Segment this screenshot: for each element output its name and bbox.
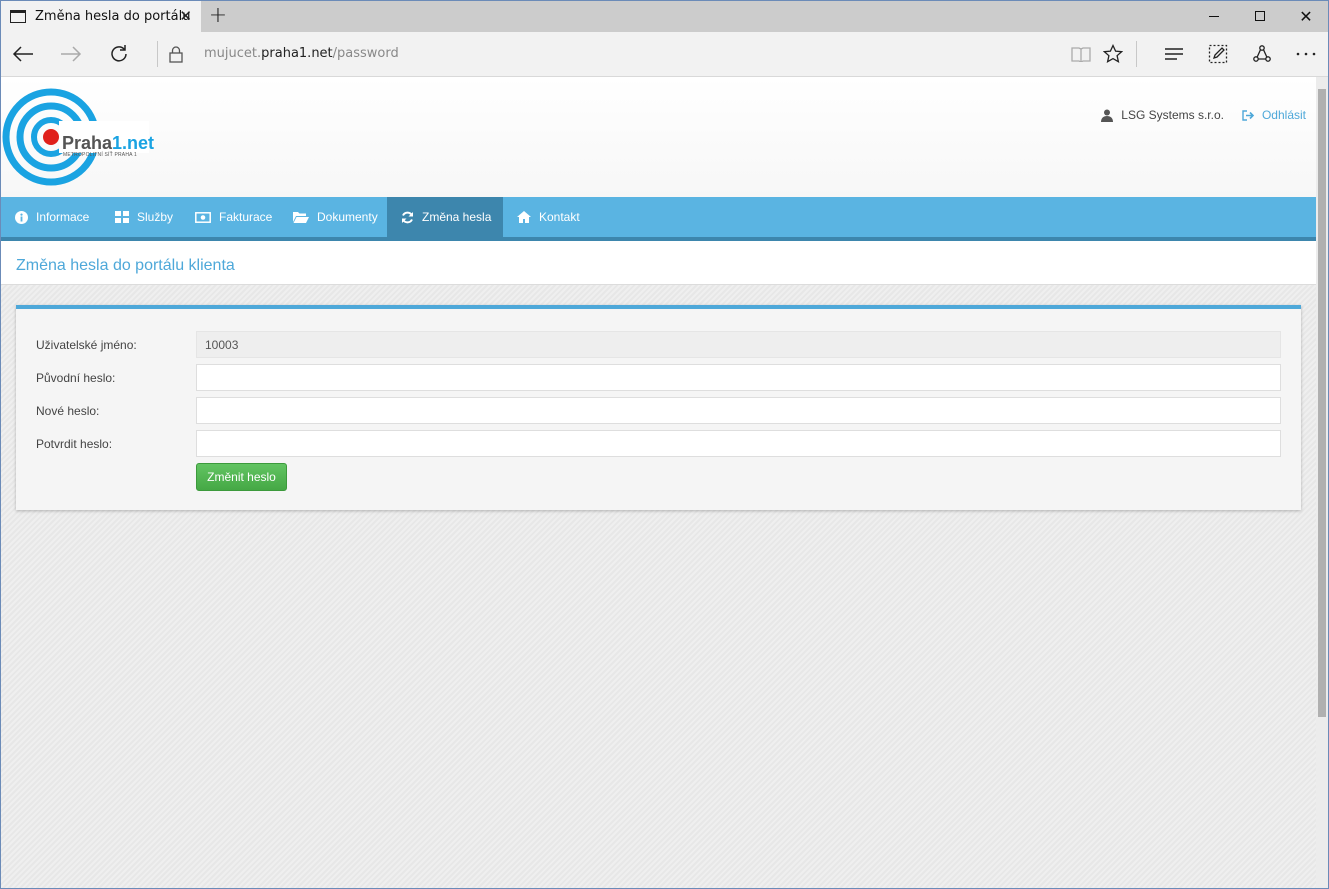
username-field (196, 331, 1281, 358)
grid-icon (115, 211, 129, 223)
page-scrollbar[interactable] (1316, 77, 1328, 888)
logo-wordmark: Praha1.net (62, 133, 154, 154)
maximize-button[interactable] (1237, 0, 1283, 32)
tab-title: Změna hesla do portálu (35, 9, 191, 24)
money-icon (195, 211, 211, 223)
menu-label-sluzby: Služby (137, 210, 174, 224)
star-icon (1103, 44, 1123, 63)
new-password-field[interactable] (196, 397, 1281, 424)
menu-item-kontakt[interactable]: Kontakt (503, 197, 593, 237)
menu-label-kontakt: Kontakt (539, 210, 580, 224)
home-icon (517, 211, 531, 223)
web-note-button[interactable] (1203, 39, 1233, 69)
back-arrow-icon (12, 46, 33, 62)
address-bar[interactable]: mujucet.praha1.net/password (204, 46, 399, 61)
browser-navbar: mujucet.praha1.net/password (0, 32, 1329, 77)
menu-item-sluzby[interactable]: Služby (101, 197, 184, 237)
tab-close-icon[interactable]: ✕ (179, 7, 192, 25)
browser-tab[interactable]: Změna hesla do portálu ✕ (1, 1, 201, 32)
favorite-button[interactable] (1098, 39, 1128, 69)
lock-icon[interactable] (161, 39, 191, 69)
change-password-button[interactable]: Změnit heslo (196, 463, 287, 491)
logout-link[interactable]: Odhlásit (1242, 108, 1306, 122)
scrollbar-thumb[interactable] (1318, 89, 1326, 717)
browser-titlebar: Změna hesla do portálu ✕ + ✕ (0, 0, 1329, 32)
refresh-icon (402, 211, 413, 223)
logo-tagline: METROPOLITNÍ SÍŤ PRAHA 1 (63, 152, 137, 158)
window-close-button[interactable]: ✕ (1283, 0, 1329, 32)
folder-icon (293, 212, 309, 223)
password-form-panel: Uživatelské jméno: Původní heslo: Nové h… (16, 305, 1301, 510)
tab-page-icon (10, 10, 26, 23)
logout-icon (1242, 109, 1255, 121)
address-prefix: mujucet. (204, 46, 262, 61)
address-path: /password (332, 46, 399, 61)
menu-label-dokumenty: Dokumenty (317, 210, 378, 224)
nav-separator-2 (1136, 41, 1137, 67)
praha1-logo[interactable]: Praha1.net METROPOLITNÍ SÍŤ PRAHA 1 (1, 87, 154, 187)
minimize-icon (1209, 15, 1219, 17)
forward-arrow-icon (61, 46, 82, 62)
maximize-icon (1255, 11, 1265, 21)
back-button[interactable] (8, 39, 38, 69)
logo-name-part1: Praha (62, 133, 113, 153)
site-header: Praha1.net METROPOLITNÍ SÍŤ PRAHA 1 LSG … (1, 77, 1316, 197)
close-icon: ✕ (1299, 6, 1313, 26)
new-password-label: Nové heslo: (36, 404, 100, 418)
menu-item-dokumenty[interactable]: Dokumenty (279, 197, 388, 237)
info-icon (15, 210, 28, 224)
user-name: LSG Systems s.r.o. (1121, 108, 1224, 122)
share-icon (1253, 45, 1271, 62)
main-menu: Informace Služby Fakturace Dokumenty Změ… (1, 197, 1316, 241)
confirm-password-label: Potvrdit heslo: (36, 437, 113, 451)
hub-lines-icon (1165, 48, 1183, 60)
ellipsis-icon (1296, 52, 1316, 56)
menu-item-fakturace[interactable]: Fakturace (181, 197, 283, 237)
address-host: praha1.net (261, 46, 333, 61)
forward-button[interactable] (56, 39, 86, 69)
pen-note-icon (1208, 44, 1228, 64)
new-tab-button[interactable]: + (207, 3, 229, 29)
menu-item-informace[interactable]: Informace (1, 197, 101, 237)
logout-label: Odhlásit (1261, 108, 1306, 122)
refresh-button[interactable] (104, 39, 134, 69)
old-password-field[interactable] (196, 364, 1281, 391)
more-button[interactable] (1291, 39, 1321, 69)
menu-label-zmena-hesla: Změna hesla (422, 210, 492, 224)
refresh-icon (111, 45, 127, 62)
username-label: Uživatelské jméno: (36, 338, 137, 352)
username-row: Uživatelské jméno: (16, 331, 1301, 358)
reading-view-button[interactable] (1066, 39, 1096, 69)
logo-name-part3: .net (122, 133, 155, 153)
page-title-bar: Změna hesla do portálu klienta (1, 241, 1316, 285)
confirm-password-field[interactable] (196, 430, 1281, 457)
logo-name-part2: 1 (112, 133, 123, 153)
page-title: Změna hesla do portálu klienta (16, 257, 235, 274)
user-icon (1101, 109, 1114, 122)
menu-item-zmena-hesla[interactable]: Změna hesla (387, 197, 503, 237)
share-button[interactable] (1247, 39, 1277, 69)
minimize-button[interactable] (1191, 0, 1237, 32)
new-password-row: Nové heslo: (16, 397, 1301, 424)
menu-label-fakturace: Fakturace (219, 210, 273, 224)
confirm-password-row: Potvrdit heslo: (16, 430, 1301, 457)
nav-separator (157, 41, 158, 67)
page-content: Praha1.net METROPOLITNÍ SÍŤ PRAHA 1 LSG … (1, 77, 1316, 888)
old-password-label: Původní heslo: (36, 371, 116, 385)
book-icon (1071, 47, 1091, 62)
old-password-row: Původní heslo: (16, 364, 1301, 391)
menu-label-informace: Informace (36, 210, 90, 224)
user-area: LSG Systems s.r.o. Odhlásit (1101, 108, 1306, 122)
hub-button[interactable] (1159, 39, 1189, 69)
